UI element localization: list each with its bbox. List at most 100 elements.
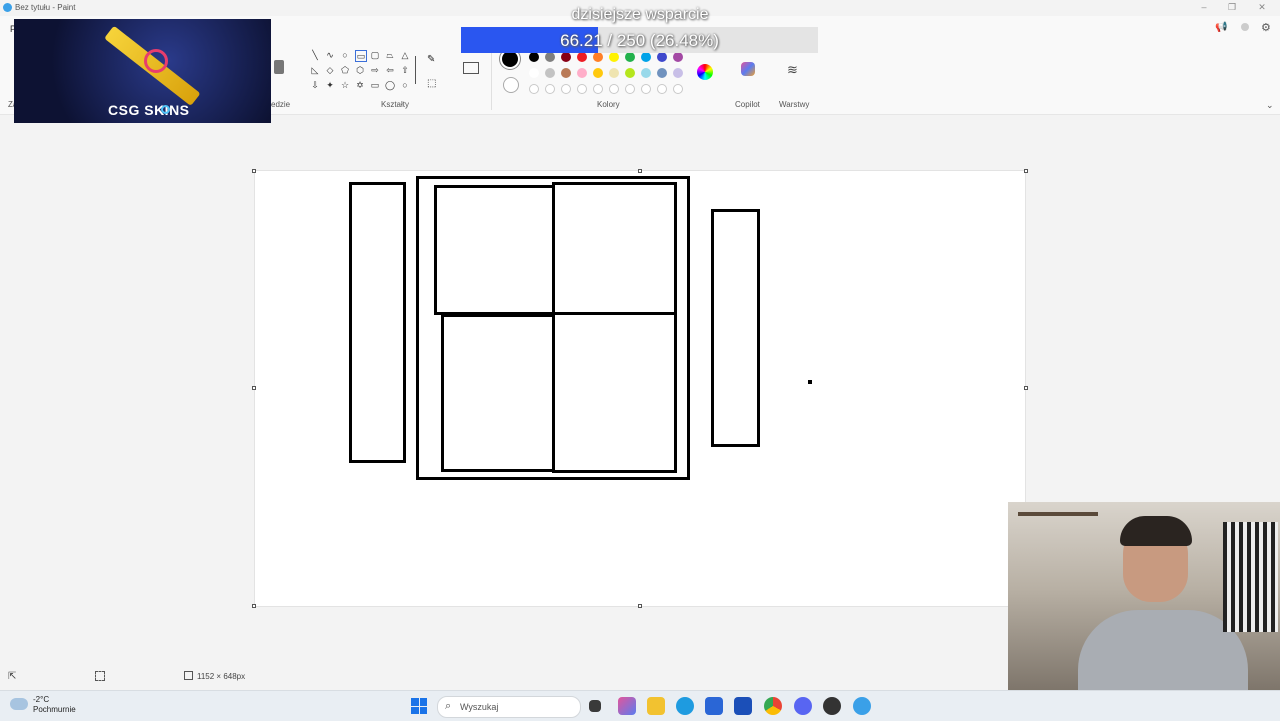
resize-handle-left[interactable] xyxy=(252,386,256,390)
weather-temp[interactable]: -2°C xyxy=(33,695,49,704)
group-label-tools: edzie xyxy=(271,100,291,109)
hexagon-shape-icon[interactable]: ⬡ xyxy=(355,65,365,75)
task-view-icon[interactable] xyxy=(589,700,601,712)
color-swatch[interactable] xyxy=(625,52,635,62)
account-icon[interactable] xyxy=(1241,23,1249,31)
sponsor-banner: CSG SKINS xyxy=(14,19,271,123)
support-title: dzisiejsze wsparcie xyxy=(571,6,709,23)
edge-browser-icon[interactable] xyxy=(676,697,694,715)
weather-cloud-icon[interactable] xyxy=(10,698,28,710)
copilot-taskbar-icon[interactable] xyxy=(618,697,636,715)
custom-color-slot[interactable] xyxy=(641,84,651,94)
announcement-icon[interactable]: 📢 xyxy=(1215,22,1227,33)
six-point-star-shape-icon[interactable]: ✡ xyxy=(355,80,365,90)
color-swatch[interactable] xyxy=(561,68,571,78)
color-swatch[interactable] xyxy=(625,68,635,78)
custom-color-slot[interactable] xyxy=(673,84,683,94)
resize-handle-tr[interactable] xyxy=(1024,169,1028,173)
color-swatch[interactable] xyxy=(593,68,603,78)
line-shape-icon[interactable]: ╲ xyxy=(310,50,320,60)
minimize-icon[interactable]: – xyxy=(1192,0,1216,14)
rounded-rect-shape-icon[interactable]: ▢ xyxy=(370,50,380,60)
resize-handle-right[interactable] xyxy=(1024,386,1028,390)
custom-color-slot[interactable] xyxy=(545,84,555,94)
curve-shape-icon[interactable]: ∿ xyxy=(325,50,335,60)
color-swatch[interactable] xyxy=(561,52,571,62)
five-point-star-shape-icon[interactable]: ☆ xyxy=(340,80,350,90)
store-icon[interactable] xyxy=(734,697,752,715)
outlook-icon[interactable] xyxy=(705,697,723,715)
right-triangle-shape-icon[interactable]: ◺ xyxy=(310,65,320,75)
color-swatch[interactable] xyxy=(545,68,555,78)
custom-color-slot[interactable] xyxy=(577,84,587,94)
sponsor-logo-icon xyxy=(161,105,170,114)
search-placeholder: Wyszukaj xyxy=(460,702,499,712)
color-swatch[interactable] xyxy=(641,52,651,62)
down-arrow-shape-icon[interactable]: ⇩ xyxy=(310,80,320,90)
app-icon-dark[interactable] xyxy=(823,697,841,715)
four-point-star-shape-icon[interactable]: ✦ xyxy=(325,80,335,90)
color-swatch[interactable] xyxy=(657,52,667,62)
color-swatch[interactable] xyxy=(577,68,587,78)
triangle-shape-icon[interactable]: △ xyxy=(400,50,410,60)
settings-gear-icon[interactable]: ⚙ xyxy=(1261,21,1271,34)
color-swatch[interactable] xyxy=(529,68,539,78)
color-swatch[interactable] xyxy=(593,52,603,62)
webcam-feed xyxy=(1008,502,1280,720)
color-swatch[interactable] xyxy=(545,52,555,62)
color-swatch[interactable] xyxy=(673,52,683,62)
rectangle-shape-icon[interactable]: ▭ xyxy=(355,50,367,62)
fill-icon[interactable]: ⬚ xyxy=(427,78,436,89)
status-bar: ⇱ 1152 × 648px xyxy=(0,668,1008,686)
close-icon[interactable]: ✕ xyxy=(1250,0,1274,14)
outline-icon[interactable]: ✎ xyxy=(427,54,435,65)
resize-handle-top[interactable] xyxy=(638,169,642,173)
color-swatch[interactable] xyxy=(609,68,619,78)
search-icon: ⌕ xyxy=(445,700,452,712)
start-windows-icon[interactable] xyxy=(411,698,427,714)
oval-shape-icon[interactable]: ○ xyxy=(340,50,350,60)
weather-desc[interactable]: Pochmurnie xyxy=(33,705,76,714)
resize-handle-bl[interactable] xyxy=(252,604,256,608)
custom-color-slot[interactable] xyxy=(593,84,603,94)
color-swatch[interactable] xyxy=(609,52,619,62)
callout-cloud-shape-icon[interactable]: ○ xyxy=(400,80,410,90)
left-arrow-shape-icon[interactable]: ⇦ xyxy=(385,65,395,75)
paint-taskbar-icon[interactable] xyxy=(853,697,871,715)
color-1-selected[interactable] xyxy=(502,51,518,67)
layers-icon[interactable]: ≋ xyxy=(787,62,798,78)
custom-color-slot[interactable] xyxy=(625,84,635,94)
resize-handle-tl[interactable] xyxy=(252,169,256,173)
diamond-shape-icon[interactable]: ◇ xyxy=(325,65,335,75)
chrome-icon[interactable] xyxy=(764,697,782,715)
pentagon-shape-icon[interactable]: ⬠ xyxy=(340,65,350,75)
custom-color-slot[interactable] xyxy=(609,84,619,94)
color-swatch[interactable] xyxy=(673,68,683,78)
custom-color-slot[interactable] xyxy=(529,84,539,94)
color-2[interactable] xyxy=(503,77,519,93)
discord-icon[interactable] xyxy=(794,697,812,715)
custom-color-slot[interactable] xyxy=(657,84,667,94)
brush-icon[interactable] xyxy=(274,60,284,74)
polygon-shape-icon[interactable]: ⏢ xyxy=(385,50,395,60)
color-swatch[interactable] xyxy=(657,68,667,78)
right-arrow-shape-icon[interactable]: ⇨ xyxy=(370,65,380,75)
taskbar-search[interactable]: ⌕ Wyszukaj xyxy=(437,696,581,718)
callout-oval-shape-icon[interactable]: ◯ xyxy=(385,80,395,90)
edit-colors-icon[interactable] xyxy=(697,64,713,80)
color-swatch[interactable] xyxy=(577,52,587,62)
color-swatch[interactable] xyxy=(641,68,651,78)
size-icon[interactable] xyxy=(463,62,479,74)
collapse-ribbon-chevron-icon[interactable]: ⌄ xyxy=(1266,100,1274,111)
group-label-shapes: Kształty xyxy=(381,100,410,109)
up-arrow-shape-icon[interactable]: ⇧ xyxy=(400,65,410,75)
color-swatch[interactable] xyxy=(529,52,539,62)
restore-icon[interactable]: ❐ xyxy=(1220,0,1244,14)
callout-rect-shape-icon[interactable]: ▭ xyxy=(370,80,380,90)
custom-color-slot[interactable] xyxy=(561,84,571,94)
shapes-scrollbar[interactable] xyxy=(415,56,416,84)
file-explorer-icon[interactable] xyxy=(647,697,665,715)
drawn-dot xyxy=(808,380,812,384)
copilot-icon[interactable] xyxy=(741,62,755,76)
resize-handle-bottom[interactable] xyxy=(638,604,642,608)
